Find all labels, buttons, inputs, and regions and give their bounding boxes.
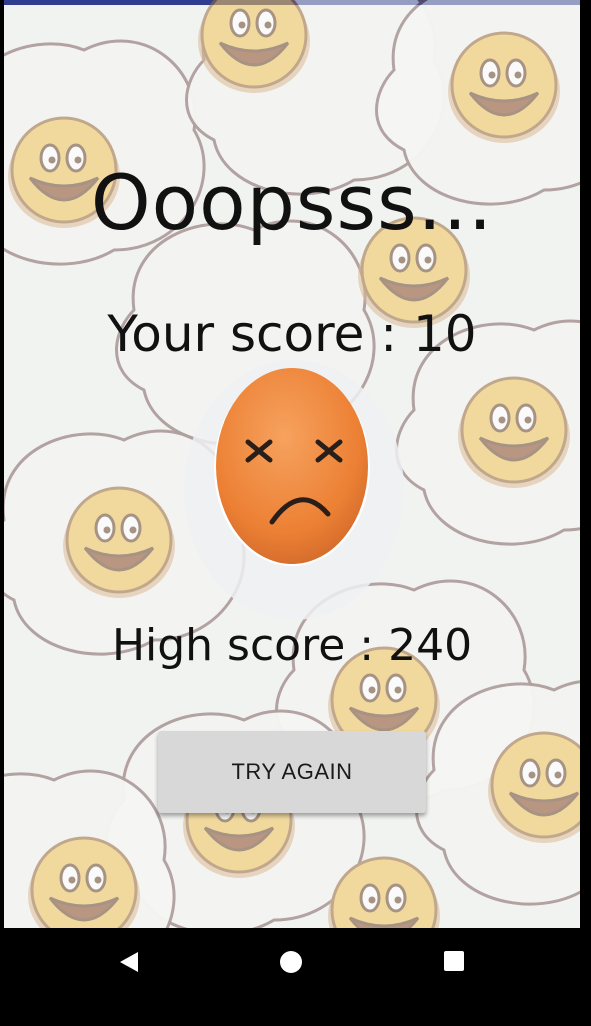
high-score-label: High score : 240	[111, 620, 473, 671]
game-over-title: Ooopsss...	[90, 158, 494, 247]
game-over-screen: Ooopsss... Your score : 10 High score : …	[4, 0, 580, 928]
navigation-bar	[0, 928, 591, 1026]
home-circle-icon[interactable]	[278, 948, 306, 976]
back-triangle-icon[interactable]	[116, 948, 144, 976]
try-again-button[interactable]: TRY AGAIN	[158, 731, 426, 813]
your-score-label: Your score : 10	[107, 305, 477, 363]
recents-square-icon[interactable]	[441, 948, 469, 976]
sad-egg-icon	[214, 368, 370, 566]
